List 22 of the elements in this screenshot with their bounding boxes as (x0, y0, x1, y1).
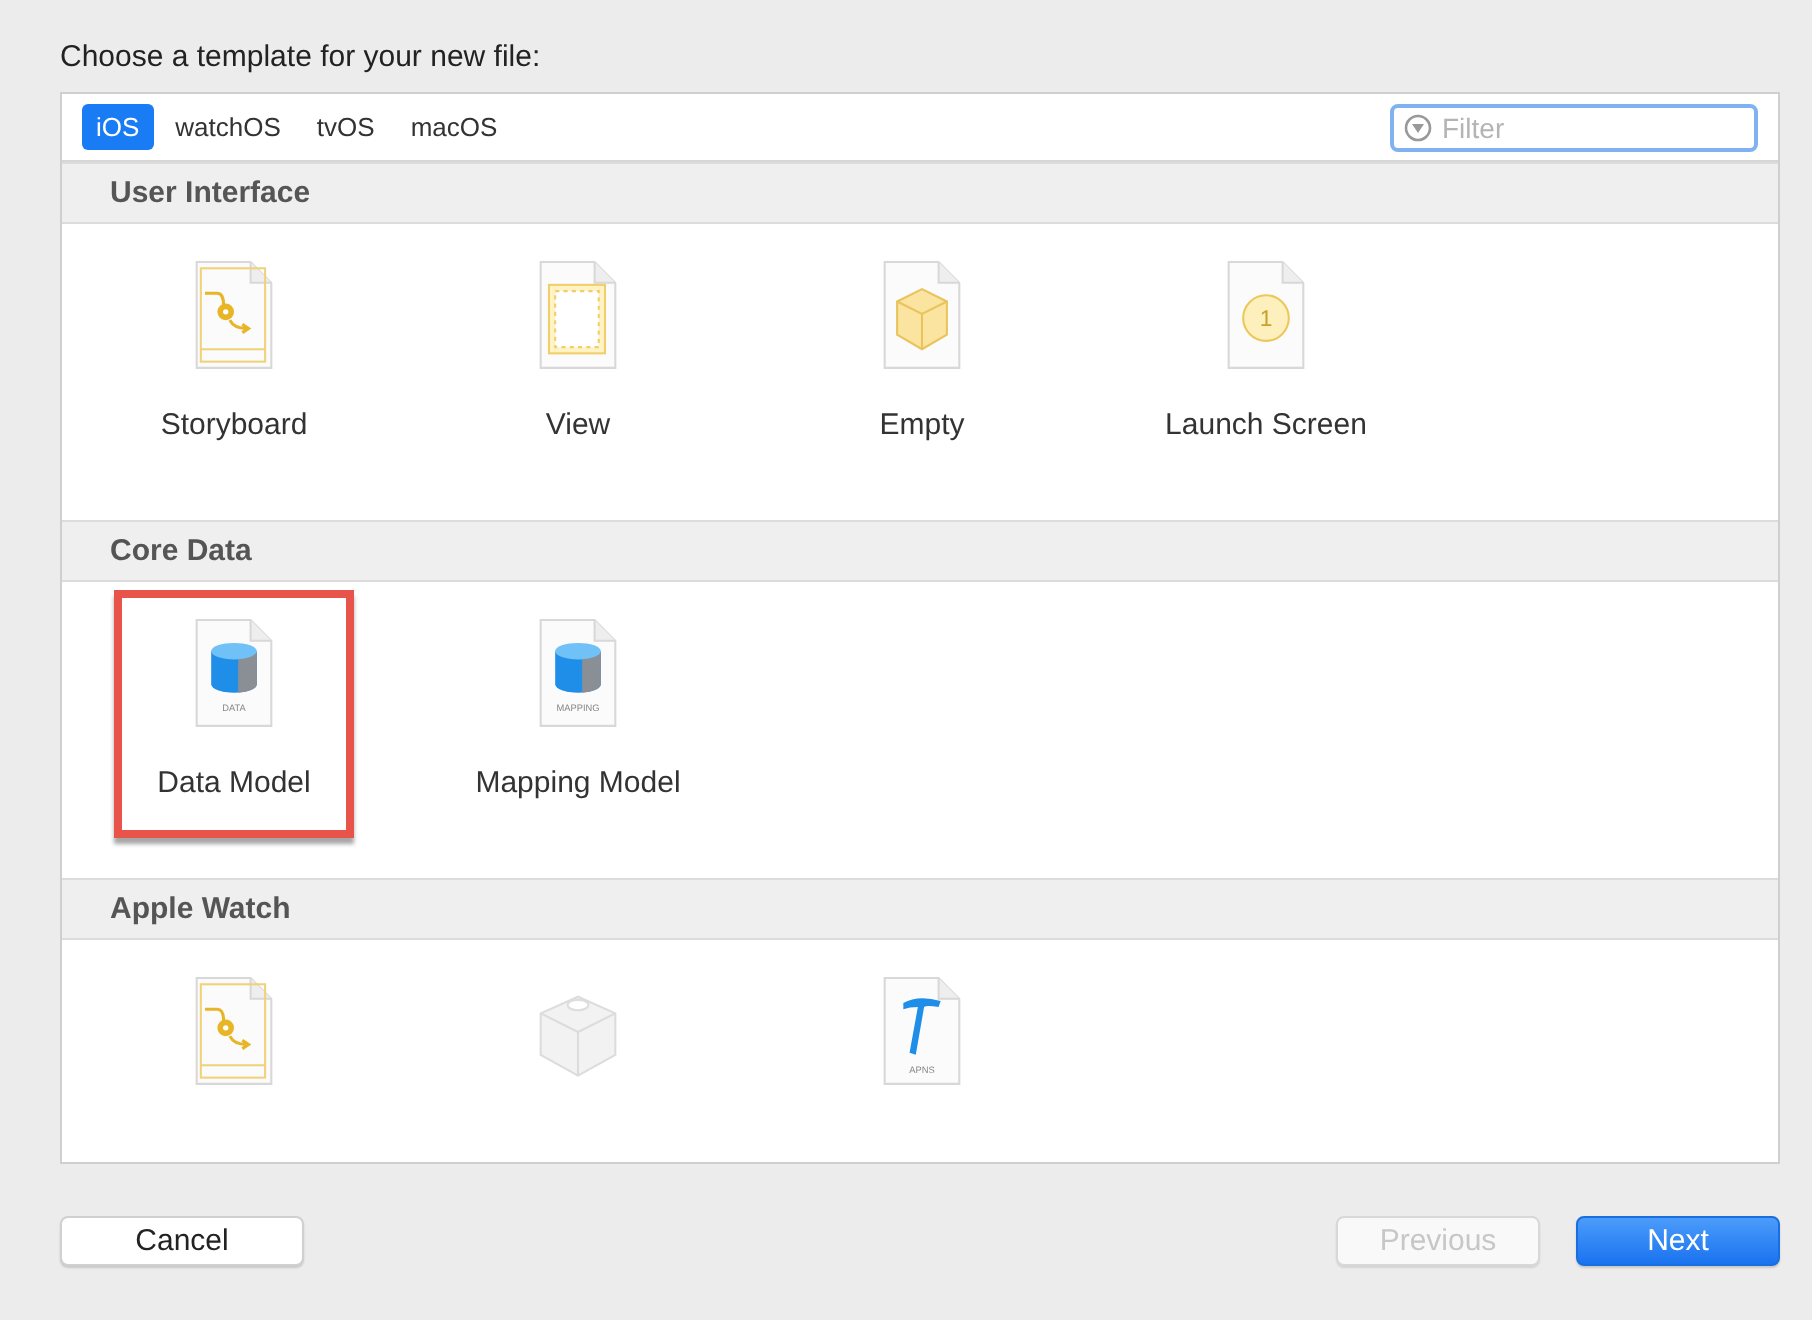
template-item[interactable]: 1 Launch Screen (1146, 232, 1386, 480)
template-label: Storyboard (160, 408, 308, 442)
platform-tab[interactable]: tvOS (302, 104, 389, 150)
template-label: Empty (879, 408, 965, 442)
template-item[interactable]: Storyboard (114, 232, 354, 480)
section-header: Apple Watch (62, 878, 1778, 940)
dialog-button[interactable]: Cancel (60, 1216, 304, 1266)
template-label: Data Model (157, 766, 311, 800)
primary-button[interactable]: Next (1576, 1216, 1780, 1266)
template-item[interactable]: View (458, 232, 698, 480)
template-label: Mapping Model (475, 766, 681, 800)
template-label: Launch Screen (1165, 408, 1367, 442)
filter-field[interactable]: Filter (1390, 103, 1758, 151)
filter-icon (1404, 113, 1432, 141)
platform-tab[interactable]: macOS (396, 104, 512, 150)
platform-tab[interactable]: watchOS (161, 104, 295, 150)
template-item[interactable]: Empty (802, 232, 1042, 480)
section-header: User Interface (62, 162, 1778, 224)
platform-tab[interactable]: iOS (82, 104, 154, 150)
section-header: Core Data (62, 520, 1778, 582)
dialog-prompt: Choose a template for your new file: (60, 40, 543, 74)
template-label: View (545, 408, 611, 442)
